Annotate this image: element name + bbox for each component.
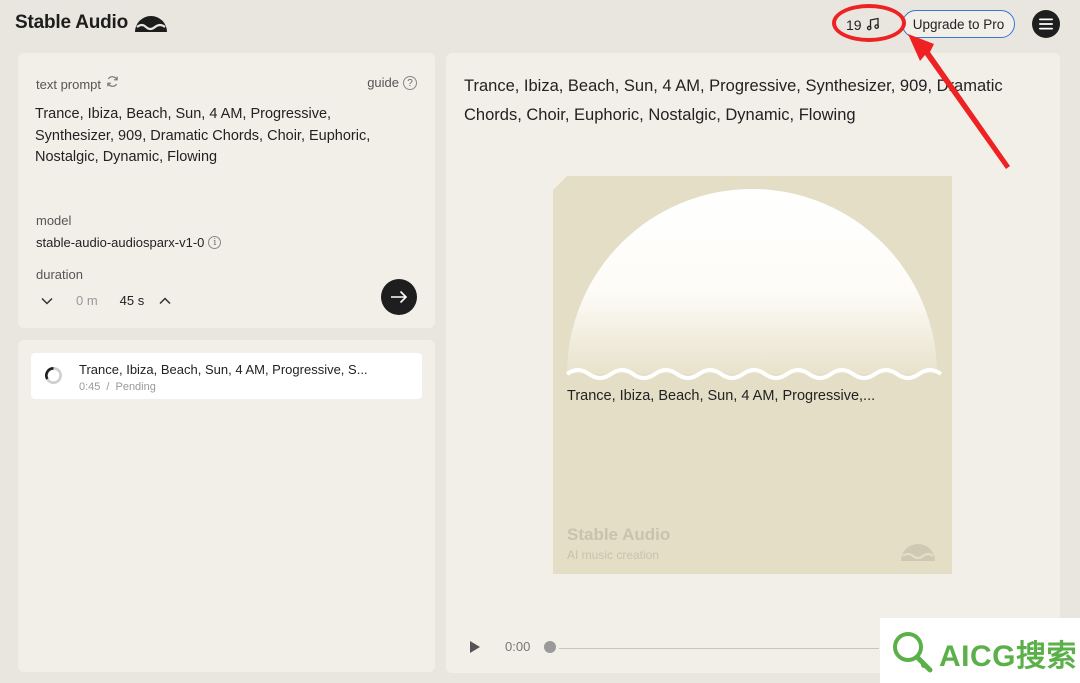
artwork-brand: Stable Audio [567, 525, 671, 544]
refresh-icon[interactable] [106, 75, 119, 93]
duration-stepper: 0 m 45 s [40, 293, 172, 308]
loading-spinner-icon [45, 367, 62, 384]
artwork-subtitle: AI music creation [567, 548, 660, 562]
stable-audio-logo-icon [134, 13, 168, 33]
info-icon[interactable]: i [208, 236, 222, 249]
brand-name: Stable Audio [15, 12, 129, 33]
prompt-panel: text prompt guide ? Trance, Ibiza, Beach… [18, 53, 435, 328]
player-time: 0:00 [505, 639, 531, 654]
duration-minutes: 0 m [76, 293, 98, 308]
model-selector[interactable]: stable-audio-audiosparx-v1-0 i [36, 235, 222, 250]
brand[interactable]: Stable Audio [15, 12, 168, 34]
queue-item-meta: 0:45 / Pending [79, 381, 156, 393]
queue-item-title: Trance, Ibiza, Beach, Sun, 4 AM, Progres… [79, 362, 368, 377]
chevron-down-icon[interactable] [40, 294, 54, 308]
stable-audio-logo-icon [901, 544, 935, 561]
scrubber-handle[interactable] [544, 640, 557, 653]
chevron-up-icon[interactable] [158, 294, 172, 308]
generate-button[interactable] [381, 279, 417, 315]
progress-track[interactable] [559, 648, 879, 649]
prompt-label-row: text prompt [36, 75, 119, 93]
annotation-circle [832, 4, 906, 42]
help-icon: ? [403, 75, 417, 90]
search-magnifier-icon [893, 632, 933, 673]
text-prompt-label: text prompt [36, 76, 102, 92]
hamburger-icon [1039, 18, 1053, 30]
guide-label: guide [367, 75, 399, 90]
generation-queue: Trance, Ibiza, Beach, Sun, 4 AM, Progres… [18, 340, 435, 672]
model-label: model [36, 213, 72, 228]
guide-link[interactable]: guide ? [367, 75, 417, 90]
duration-label: duration [36, 267, 83, 282]
queue-item[interactable]: Trance, Ibiza, Beach, Sun, 4 AM, Progres… [31, 353, 422, 399]
meta-separator: / [106, 381, 110, 393]
queue-item-status: Pending [115, 381, 156, 393]
sunset-wave-artwork [565, 189, 943, 380]
menu-button[interactable] [1032, 10, 1060, 38]
watermark: AICG搜索 [880, 618, 1080, 683]
duration-seconds: 45 s [119, 293, 145, 308]
play-icon[interactable] [468, 640, 482, 654]
queue-item-length: 0:45 [79, 381, 101, 393]
arrow-right-icon [391, 290, 408, 304]
watermark-text: AICG搜索 [939, 640, 1077, 673]
track-artwork: Trance, Ibiza, Beach, Sun, 4 AM, Progres… [553, 176, 952, 574]
prompt-input[interactable]: Trance, Ibiza, Beach, Sun, 4 AM, Progres… [35, 104, 410, 169]
audio-player: 0:00 [468, 639, 557, 654]
artwork-caption: Trance, Ibiza, Beach, Sun, 4 AM, Progres… [567, 388, 876, 404]
model-value: stable-audio-audiosparx-v1-0 [36, 235, 205, 250]
annotation-arrow-icon [908, 34, 1010, 169]
